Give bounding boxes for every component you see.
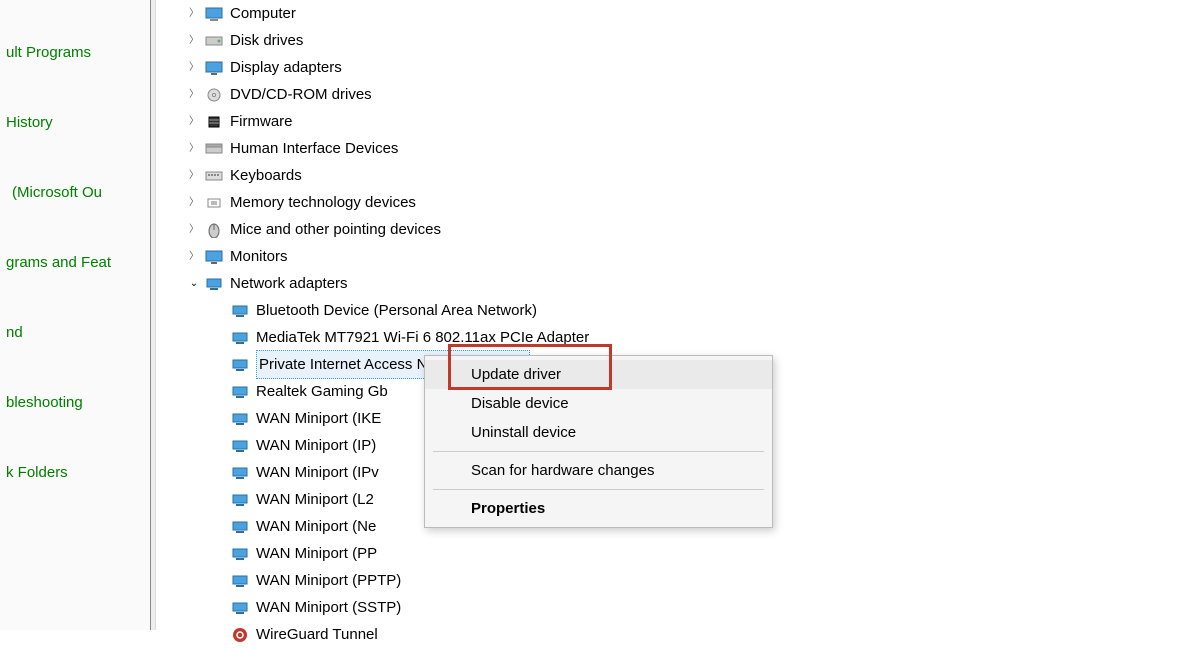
network-adapter-icon <box>230 411 250 427</box>
tree-label: Disk drives <box>230 27 303 54</box>
network-adapter-icon <box>230 546 250 562</box>
menu-properties[interactable]: Properties <box>425 494 772 523</box>
network-adapter-icon <box>230 303 250 319</box>
tree-category[interactable]: 〉 DVD/CD-ROM drives <box>170 81 1200 108</box>
tree-label: WAN Miniport (IKE <box>256 405 381 432</box>
chevron-right-icon: 〉 <box>186 33 202 49</box>
dvd-icon <box>204 87 224 103</box>
tree-label: DVD/CD-ROM drives <box>230 81 372 108</box>
chevron-right-icon: 〉 <box>186 6 202 22</box>
tree-category[interactable]: 〉 Monitors <box>170 243 1200 270</box>
tree-category[interactable]: 〉 Memory technology devices <box>170 189 1200 216</box>
tree-label: Firmware <box>230 108 293 135</box>
menu-separator <box>433 451 764 452</box>
tree-label: Computer <box>230 0 296 27</box>
tree-category[interactable]: 〉 Disk drives <box>170 27 1200 54</box>
chevron-right-icon: 〉 <box>186 114 202 130</box>
tree-category[interactable]: 〉 Keyboards <box>170 162 1200 189</box>
tree-category[interactable]: 〉 Display adapters <box>170 54 1200 81</box>
menu-separator <box>433 489 764 490</box>
network-adapter-icon <box>230 519 250 535</box>
chevron-right-icon: 〉 <box>186 87 202 103</box>
wireguard-icon <box>230 627 250 643</box>
tree-item[interactable]: WAN Miniport (SSTP) <box>170 594 1200 621</box>
sidebar-link[interactable]: k Folders <box>0 460 150 485</box>
tree-item[interactable]: WAN Miniport (PP <box>170 540 1200 567</box>
tree-label: WAN Miniport (IPv <box>256 459 379 486</box>
chevron-right-icon: 〉 <box>186 249 202 265</box>
tree-category[interactable]: 〉 Human Interface Devices <box>170 135 1200 162</box>
tree-label: Keyboards <box>230 162 302 189</box>
network-adapter-icon <box>230 438 250 454</box>
monitor-icon <box>204 249 224 265</box>
left-panel: ult Programs History (Microsoft Ou grams… <box>0 0 150 630</box>
chevron-down-icon: ⌄ <box>186 276 202 292</box>
tree-label: Display adapters <box>230 54 342 81</box>
tree-category[interactable]: 〉 Firmware <box>170 108 1200 135</box>
menu-uninstall-device[interactable]: Uninstall device <box>425 418 772 447</box>
tree-label: WAN Miniport (SSTP) <box>256 594 401 621</box>
disk-icon <box>204 33 224 49</box>
firmware-icon <box>204 114 224 130</box>
chevron-right-icon: 〉 <box>186 222 202 238</box>
mouse-icon <box>204 222 224 238</box>
tree-item[interactable]: MediaTek MT7921 Wi-Fi 6 802.11ax PCIe Ad… <box>170 324 1200 351</box>
tree-label: MediaTek MT7921 Wi-Fi 6 802.11ax PCIe Ad… <box>256 324 589 351</box>
tree-category[interactable]: 〉 Computer <box>170 0 1200 27</box>
menu-update-driver[interactable]: Update driver <box>425 360 772 389</box>
device-tree: 〉 Computer 〉 Disk drives 〉 Display adapt… <box>170 0 1200 630</box>
sidebar-link[interactable]: (Microsoft Ou <box>0 180 150 205</box>
tree-item[interactable]: WAN Miniport (PPTP) <box>170 567 1200 594</box>
display-icon <box>204 60 224 76</box>
tree-label: Monitors <box>230 243 288 270</box>
menu-disable-device[interactable]: Disable device <box>425 389 772 418</box>
network-adapter-icon <box>230 600 250 616</box>
tree-label: WAN Miniport (PPTP) <box>256 567 401 594</box>
tree-label: Mice and other pointing devices <box>230 216 441 243</box>
chevron-right-icon: 〉 <box>186 60 202 76</box>
computer-icon <box>204 6 224 22</box>
network-adapter-icon <box>230 357 250 373</box>
sidebar-link[interactable]: grams and Feat <box>0 250 150 275</box>
memory-icon <box>204 195 224 211</box>
sidebar-link[interactable]: ult Programs <box>0 40 150 65</box>
tree-label: Network adapters <box>230 270 348 297</box>
tree-item[interactable]: WireGuard Tunnel <box>170 621 1200 648</box>
sidebar-link[interactable]: History <box>0 110 150 135</box>
sidebar-link[interactable]: bleshooting <box>0 390 150 415</box>
chevron-right-icon: 〉 <box>186 141 202 157</box>
chevron-right-icon: 〉 <box>186 195 202 211</box>
network-icon <box>204 276 224 292</box>
tree-label: Bluetooth Device (Personal Area Network) <box>256 297 537 324</box>
tree-label: Realtek Gaming Gb <box>256 378 388 405</box>
network-adapter-icon <box>230 330 250 346</box>
tree-category[interactable]: 〉 Mice and other pointing devices <box>170 216 1200 243</box>
network-adapter-icon <box>230 384 250 400</box>
tree-label: WAN Miniport (PP <box>256 540 377 567</box>
tree-category-network[interactable]: ⌄ Network adapters <box>170 270 1200 297</box>
network-adapter-icon <box>230 465 250 481</box>
tree-item[interactable]: Bluetooth Device (Personal Area Network) <box>170 297 1200 324</box>
network-adapter-icon <box>230 573 250 589</box>
tree-label: WAN Miniport (Ne <box>256 513 376 540</box>
tree-label: Memory technology devices <box>230 189 416 216</box>
tree-label: Human Interface Devices <box>230 135 398 162</box>
chevron-right-icon: 〉 <box>186 168 202 184</box>
hid-icon <box>204 141 224 157</box>
tree-label: WAN Miniport (IP) <box>256 432 376 459</box>
sidebar-link[interactable]: nd <box>0 320 150 345</box>
panel-divider[interactable] <box>150 0 156 630</box>
network-adapter-icon <box>230 492 250 508</box>
context-menu: Update driver Disable device Uninstall d… <box>424 355 773 528</box>
tree-label: WAN Miniport (L2 <box>256 486 374 513</box>
menu-scan-hardware[interactable]: Scan for hardware changes <box>425 456 772 485</box>
keyboard-icon <box>204 168 224 184</box>
tree-label: WireGuard Tunnel <box>256 621 378 648</box>
